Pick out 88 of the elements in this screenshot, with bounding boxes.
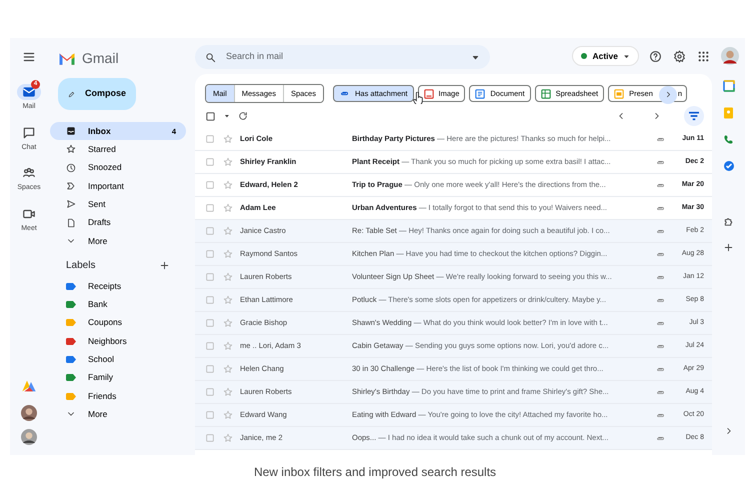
clock-icon: [66, 162, 76, 173]
tag-icon: [66, 181, 76, 192]
star-icon[interactable]: [223, 341, 233, 351]
checkbox-icon[interactable]: [205, 272, 215, 282]
chat-icon: [22, 126, 36, 140]
star-icon[interactable]: [223, 226, 233, 236]
note-icon[interactable]: [723, 107, 734, 119]
mail-icon: [22, 85, 36, 99]
avatar-icon[interactable]: [21, 429, 37, 445]
avatar-icon[interactable]: [21, 405, 37, 421]
status-button[interactable]: Active: [572, 46, 639, 66]
checkbox-icon[interactable]: [205, 134, 215, 144]
star-icon[interactable]: [223, 364, 233, 374]
label-item[interactable]: Receipts: [48, 277, 188, 296]
star-icon: [66, 144, 76, 154]
refresh-icon[interactable]: [238, 111, 248, 121]
app-logo-icon[interactable]: [21, 379, 37, 393]
apps-icon[interactable]: [697, 50, 710, 62]
checkbox-icon[interactable]: [205, 157, 215, 167]
nav-item[interactable]: More: [48, 232, 188, 250]
star-icon[interactable]: [223, 180, 233, 190]
checkbox-icon[interactable]: [205, 295, 215, 305]
label-item[interactable]: School: [48, 350, 188, 369]
checkbox-icon[interactable]: [205, 318, 215, 328]
nav-item[interactable]: Starred: [48, 140, 188, 159]
attachment-icon: [338, 89, 350, 98]
phone-icon[interactable]: [723, 134, 734, 145]
file-icon: [66, 218, 76, 228]
checkbox-icon[interactable]: [205, 203, 215, 213]
document-icon: [475, 88, 486, 98]
checkbox-icon[interactable]: [205, 249, 215, 259]
slides-icon: [614, 88, 624, 98]
star-icon[interactable]: [223, 387, 233, 397]
inbox-icon: [66, 126, 76, 136]
add-icon[interactable]: [159, 260, 170, 272]
caption: New inbox filters and improved search results: [252, 464, 498, 481]
search-input[interactable]: Search in mail: [226, 50, 461, 64]
add-icon[interactable]: [723, 242, 734, 253]
puzzle-icon[interactable]: [723, 216, 734, 227]
star-icon[interactable]: [223, 433, 233, 443]
compose-button[interactable]: Compose: [58, 78, 136, 110]
star-icon[interactable]: [223, 203, 233, 213]
checkbox-icon[interactable]: [205, 410, 215, 420]
search-icon[interactable]: [205, 52, 216, 62]
checkbox-icon[interactable]: [205, 110, 216, 122]
star-icon[interactable]: [223, 410, 233, 420]
section-heading: Labels: [66, 259, 96, 274]
nav-item[interactable]: Important: [48, 176, 188, 196]
checkbox-icon[interactable]: [205, 226, 215, 236]
calendar-icon[interactable]: [722, 80, 734, 92]
search-field[interactable]: Search in mail: [195, 45, 490, 69]
label-item[interactable]: Bank: [48, 295, 188, 314]
star-icon[interactable]: [223, 318, 233, 328]
checkbox-icon[interactable]: [205, 180, 215, 190]
star-icon[interactable]: [223, 295, 233, 305]
nav-item[interactable]: Snoozed: [48, 158, 188, 177]
send-icon: [66, 199, 76, 210]
star-icon[interactable]: [223, 249, 233, 259]
label-item[interactable]: Friends: [48, 386, 188, 406]
checkbox-icon[interactable]: [205, 387, 215, 397]
star-icon[interactable]: [223, 134, 233, 144]
label-item[interactable]: Coupons: [48, 314, 188, 332]
menu-icon[interactable]: [22, 50, 36, 64]
nav-item[interactable]: More: [48, 405, 188, 424]
spreadsheet-icon: [540, 88, 551, 98]
logo-icon: [58, 51, 76, 65]
image-icon: [424, 88, 434, 98]
app-title: Gmail: [82, 48, 119, 68]
nav-item[interactable]: Sent: [48, 195, 188, 214]
checkbox-icon[interactable]: [205, 341, 215, 351]
tasks-icon[interactable]: [722, 160, 734, 172]
status-dot-icon: [581, 53, 588, 59]
label-item[interactable]: Family: [48, 368, 188, 387]
hand-cursor-icon: [413, 92, 424, 104]
avatar-icon[interactable]: [721, 47, 739, 65]
help-icon[interactable]: [649, 50, 662, 62]
filter-icon[interactable]: [684, 106, 704, 126]
star-icon[interactable]: [223, 272, 233, 282]
people-icon: [22, 166, 36, 180]
caret-icon: [623, 52, 630, 60]
next-button[interactable]: [659, 86, 678, 104]
checkbox-icon[interactable]: [205, 364, 215, 374]
caret-icon[interactable]: [224, 113, 230, 119]
label-item[interactable]: Neighbors: [48, 332, 188, 350]
star-icon[interactable]: [223, 157, 233, 167]
nav-item[interactable]: Drafts: [48, 213, 188, 232]
settings-icon[interactable]: [673, 50, 686, 62]
checkbox-icon[interactable]: [205, 433, 215, 443]
